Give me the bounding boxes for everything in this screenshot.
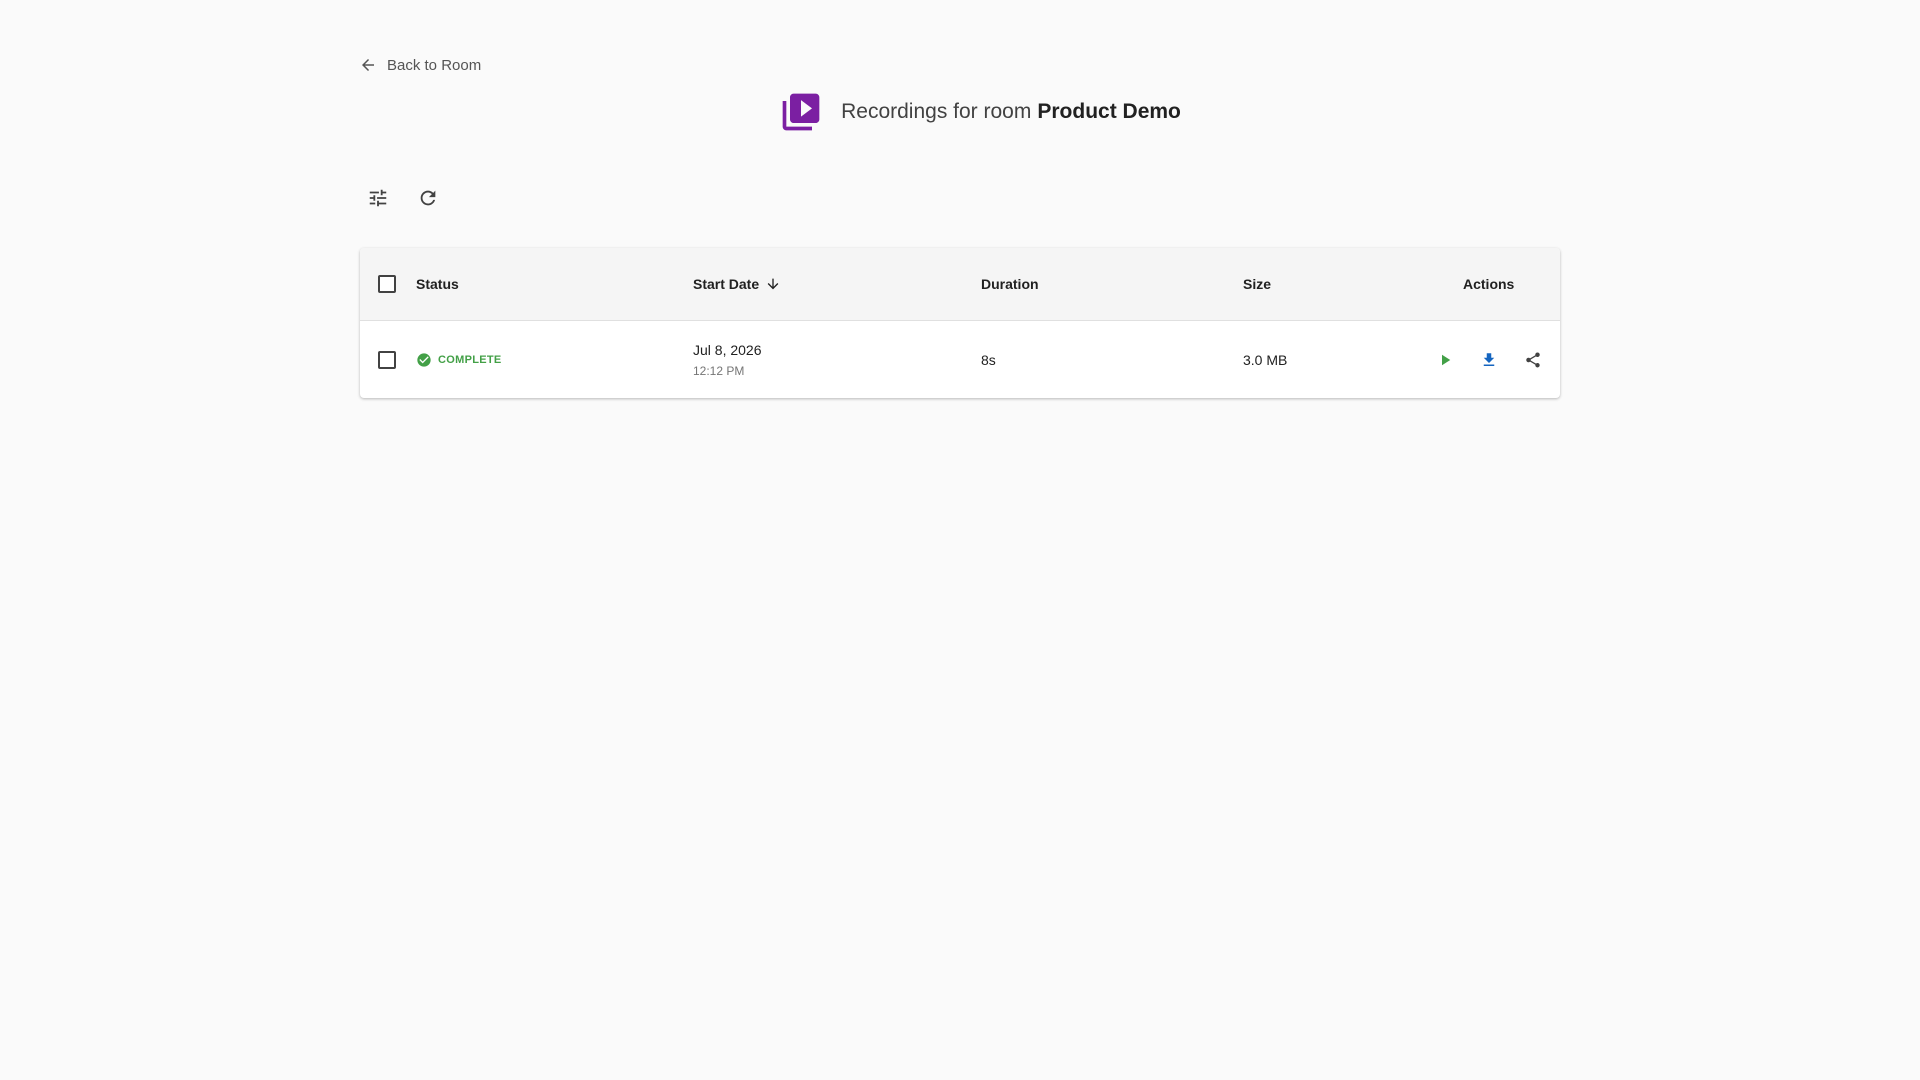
column-header-size-label: Size: [1243, 276, 1272, 292]
recordings-table: Status Start Date Duration Size Actions: [360, 248, 1560, 398]
tune-icon: [367, 187, 389, 209]
row-checkbox[interactable]: [378, 350, 396, 369]
page-header: Recordings for room Product Demo: [0, 90, 1920, 134]
column-header-start-date-label: Start Date: [693, 276, 760, 292]
column-header-actions: Actions: [1463, 248, 1514, 320]
title-prefix: Recordings for room: [841, 100, 1032, 123]
arrow-left-icon: [359, 56, 377, 74]
status-badge: COMPLETE: [416, 352, 502, 368]
column-header-actions-label: Actions: [1463, 276, 1515, 292]
table-row: COMPLETE Jul 8, 2026 12:12 PM 8s 3.0 MB: [360, 321, 1560, 398]
page-header-content: Recordings for room Product Demo: [779, 90, 1181, 134]
play-icon: [1436, 351, 1454, 369]
column-header-start-date[interactable]: Start Date: [693, 248, 781, 320]
size-cell: 3.0 MB: [1243, 321, 1287, 398]
refresh-icon: [417, 187, 439, 209]
check-circle-icon: [416, 352, 432, 368]
column-header-size[interactable]: Size: [1243, 248, 1271, 320]
column-header-duration-label: Duration: [981, 276, 1039, 292]
start-date: Jul 8, 2026: [693, 341, 762, 358]
arrow-down-icon: [759, 276, 781, 292]
share-icon: [1524, 351, 1542, 369]
play-button[interactable]: [1429, 344, 1461, 376]
duration-cell: 8s: [981, 321, 996, 398]
page-title: Recordings for room Product Demo: [841, 100, 1181, 124]
table-header-row: Status Start Date Duration Size Actions: [360, 248, 1560, 321]
toolbar: [360, 180, 446, 216]
select-all-cell: [378, 248, 396, 320]
column-header-status[interactable]: Status: [416, 248, 459, 320]
column-header-status-label: Status: [416, 276, 459, 292]
room-name: Product Demo: [1037, 100, 1181, 123]
row-select-cell: [378, 321, 396, 398]
filter-button[interactable]: [360, 180, 396, 216]
back-to-room-label: Back to Room: [387, 56, 482, 74]
video-library-icon: [779, 90, 823, 134]
start-date-stack: Jul 8, 2026 12:12 PM: [693, 342, 762, 378]
share-button[interactable]: [1517, 344, 1549, 376]
status-cell: COMPLETE: [416, 321, 502, 398]
recordings-page: Back to Room Recordings for room Product…: [0, 0, 1920, 1080]
refresh-button[interactable]: [410, 180, 446, 216]
download-icon: [1480, 351, 1498, 369]
back-to-room-link[interactable]: Back to Room: [359, 56, 481, 74]
start-time: 12:12 PM: [693, 363, 745, 378]
column-header-duration[interactable]: Duration: [981, 248, 1039, 320]
status-label: COMPLETE: [438, 353, 502, 366]
size-value: 3.0 MB: [1243, 351, 1288, 368]
download-button[interactable]: [1473, 344, 1505, 376]
actions-cell: [1429, 321, 1549, 398]
duration-value: 8s: [981, 351, 996, 368]
select-all-checkbox[interactable]: [378, 275, 396, 293]
start-date-cell: Jul 8, 2026 12:12 PM: [693, 321, 762, 398]
